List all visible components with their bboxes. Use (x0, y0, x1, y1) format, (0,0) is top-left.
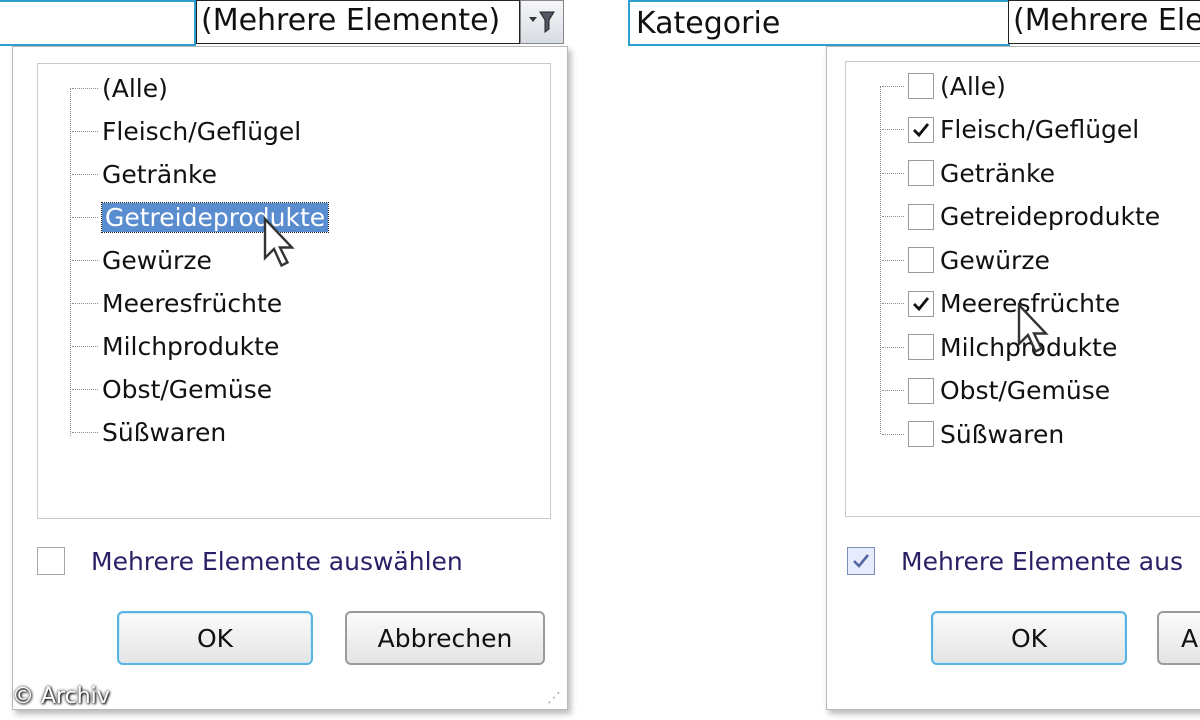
left-field-area (0, 0, 196, 46)
left-filter-dropdown-button[interactable] (520, 0, 564, 44)
tree-connector (72, 87, 98, 89)
right-list-item[interactable]: Meeresfrüchte (882, 286, 1120, 322)
right-ok-label: OK (1010, 623, 1048, 653)
right-cancel-label: A (1181, 623, 1199, 653)
left-list-item-label: Fleisch/Geflügel (102, 116, 302, 146)
tree-connector (882, 172, 904, 174)
left-ok-label: OK (196, 623, 234, 653)
left-list-item-label: (Alle) (102, 73, 168, 103)
left-list-item[interactable]: Fleisch/Geflügel (72, 113, 301, 149)
right-list-item-label: Fleisch/Geflügel (940, 115, 1140, 144)
left-list-item-label: Getränke (102, 159, 217, 189)
filter-dropdown-icon (529, 11, 555, 33)
left-list-item-label: Gewürze (102, 245, 212, 275)
item-checkbox[interactable] (908, 377, 934, 404)
right-multi-select-checkbox[interactable] (847, 547, 875, 575)
right-item-tree: (Alle) Fleisch/Geflügel Getränke Getreidepr… (845, 61, 1200, 517)
tree-connector (72, 302, 98, 304)
right-multi-select-label: Mehrere Elemente aus (901, 546, 1183, 576)
right-category-label: Kategorie (636, 6, 781, 41)
tree-connector (882, 259, 904, 261)
item-checkbox[interactable] (908, 116, 934, 143)
right-list-item-label: Getreideprodukte (940, 202, 1161, 231)
left-filter-value[interactable]: (Mehrere Elemente) (196, 0, 520, 44)
right-list-item-label: Obst/Gemüse (940, 376, 1111, 405)
tree-connector (72, 388, 98, 390)
left-dropdown-panel: (Alle) Fleisch/Geflügel Getränke Getreidepr… (12, 46, 568, 710)
checkmark-icon (913, 122, 930, 137)
left-list-item[interactable]: Gewürze (72, 242, 212, 278)
tree-connector (72, 259, 98, 261)
left-multi-select-checkbox[interactable] (37, 547, 65, 575)
tree-connector (882, 129, 904, 130)
left-list-item[interactable]: Süßwaren (72, 414, 226, 450)
item-checkbox[interactable] (908, 247, 934, 273)
tree-connector (882, 390, 904, 391)
right-list-item[interactable]: Süßwaren (882, 416, 1064, 452)
checkmark-icon (853, 554, 870, 568)
right-filter-value[interactable]: (Mehrere Ele (1008, 0, 1200, 44)
item-checkbox[interactable] (908, 334, 934, 360)
right-list-item-label: Getränke (940, 158, 1055, 188)
tree-connector (72, 216, 98, 218)
resize-grip-icon[interactable]: ⋰ (547, 691, 561, 705)
left-list-item[interactable]: Obst/Gemüse (72, 371, 272, 407)
tree-connector (72, 345, 98, 347)
tree-connector (72, 130, 98, 132)
left-list-item-label: Süßwaren (102, 417, 227, 447)
left-multi-select[interactable]: Mehrere Elemente auswählen (37, 541, 463, 581)
left-list-item-label: Milchprodukte (102, 331, 280, 361)
mouse-cursor-icon (263, 216, 295, 268)
tree-connector (882, 433, 904, 435)
right-list-item[interactable]: Gewürze (882, 242, 1050, 278)
right-dropdown-panel: (Alle) Fleisch/Geflügel Getränke Getreidepr… (826, 46, 1200, 710)
left-multi-select-label: Mehrere Elemente auswählen (91, 546, 463, 576)
right-list-item-label: Gewürze (940, 245, 1050, 275)
left-list-item[interactable]: Milchprodukte (72, 328, 279, 364)
item-checkbox[interactable] (908, 73, 934, 99)
left-ok-button[interactable]: OK (117, 611, 313, 665)
right-category-field[interactable]: Kategorie (628, 0, 1010, 46)
tree-connector (882, 216, 904, 217)
left-cancel-label: Abbrechen (377, 623, 513, 653)
item-checkbox[interactable] (908, 290, 934, 317)
left-list-item-label: Obst/Gemüse (102, 374, 273, 404)
tree-connector (882, 346, 904, 348)
left-cancel-button[interactable]: Abbrechen (345, 611, 545, 665)
right-cancel-button[interactable]: A (1157, 611, 1200, 665)
checkmark-icon (913, 296, 930, 311)
tree-connector (72, 431, 98, 433)
left-list-item[interactable]: (Alle) (72, 70, 168, 106)
right-ok-button[interactable]: OK (931, 611, 1127, 665)
right-list-item-label: (Alle) (940, 71, 1006, 101)
right-list-item[interactable]: Obst/Gemüse (882, 373, 1110, 409)
tree-connector (882, 303, 904, 304)
left-list-item-label: Meeresfrüchte (102, 288, 283, 318)
left-list-item[interactable]: Getränke (72, 156, 217, 192)
right-multi-select[interactable]: Mehrere Elemente aus (847, 541, 1183, 581)
right-list-item[interactable]: Getränke (882, 155, 1055, 191)
tree-connector (882, 85, 904, 87)
left-list-item[interactable]: Meeresfrüchte (72, 285, 282, 321)
right-list-item[interactable]: Getreideprodukte (882, 199, 1160, 235)
right-list-item-label: Süßwaren (940, 419, 1065, 449)
right-list-item[interactable]: Fleisch/Geflügel (882, 112, 1139, 148)
item-checkbox[interactable] (908, 203, 934, 230)
right-list-item[interactable]: Milchprodukte (882, 329, 1117, 365)
right-list-item[interactable]: (Alle) (882, 68, 1006, 104)
left-filter-value-text: (Mehrere Elemente) (201, 3, 501, 38)
left-item-tree: (Alle) Fleisch/Geflügel Getränke Getreidepr… (37, 63, 551, 519)
archive-watermark: © Archiv (12, 684, 110, 709)
right-filter-value-text: (Mehrere Ele (1013, 3, 1200, 38)
tree-connector (72, 173, 98, 175)
item-checkbox[interactable] (908, 421, 934, 447)
mouse-cursor-icon (1017, 302, 1049, 354)
item-checkbox[interactable] (908, 160, 934, 186)
